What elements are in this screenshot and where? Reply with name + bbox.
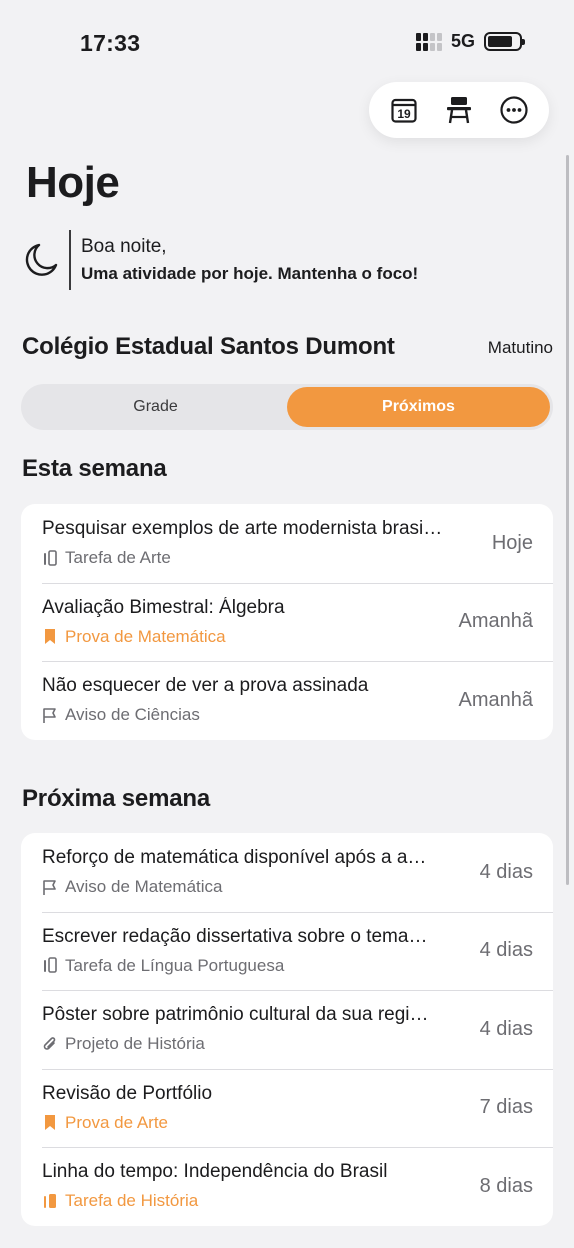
item-type-label: Tarefa de História xyxy=(65,1191,199,1211)
item-type: Tarefa de Arte xyxy=(42,548,480,568)
item-type: Tarefa de História xyxy=(42,1191,468,1211)
list-item[interactable]: Pesquisar exemplos de arte modernista br… xyxy=(21,504,553,583)
list-item[interactable]: Reforço de matemática disponível após a … xyxy=(21,833,553,912)
school-name: Colégio Estadual Santos Dumont xyxy=(22,333,395,360)
item-due: 8 dias xyxy=(479,1174,533,1197)
list-item[interactable]: Linha do tempo: Independência do Brasil … xyxy=(21,1147,553,1226)
scrollbar[interactable] xyxy=(566,155,569,885)
status-indicators: 5G xyxy=(415,31,525,52)
item-type-label: Tarefa de Língua Portuguesa xyxy=(65,955,285,975)
greeting-divider xyxy=(69,230,71,290)
school-desk-icon xyxy=(446,97,471,124)
greeting-text: Boa noite, Uma atividade por hoje. Mante… xyxy=(81,236,418,284)
book-icon xyxy=(44,549,57,566)
flag-icon xyxy=(43,707,56,723)
item-due: 4 dias xyxy=(479,939,533,962)
item-due: Hoje xyxy=(491,531,533,554)
bookmark-icon xyxy=(45,629,55,645)
greeting-message: Uma atividade por hoje. Mantenha o foco! xyxy=(81,264,419,283)
this-week-list: Pesquisar exemplos de arte modernista br… xyxy=(21,504,553,740)
list-item[interactable]: Revisão de Portfólio Prova de Arte 7 dia… xyxy=(21,1068,553,1148)
greeting-banner: Boa noite, Uma atividade por hoje. Mante… xyxy=(22,230,418,290)
item-due: 7 dias xyxy=(479,1096,533,1119)
item-type: Projeto de História xyxy=(42,1034,468,1054)
book-icon xyxy=(44,1193,56,1208)
status-time: 17:33 xyxy=(80,30,141,56)
item-due: Amanhã xyxy=(458,610,534,633)
item-title: Escrever redação dissertativa sobre o te… xyxy=(42,925,428,947)
section-title-next-week: Próxima semana xyxy=(22,785,210,812)
item-title: Pesquisar exemplos de arte modernista br… xyxy=(42,518,443,540)
tab-grade[interactable]: Grade xyxy=(24,387,287,427)
more-button[interactable] xyxy=(494,90,534,130)
item-type: Aviso de Ciências xyxy=(42,705,447,725)
status-bar: 17:33 5G xyxy=(0,0,574,70)
book-icon xyxy=(44,957,57,974)
list-item[interactable]: Não esquecer de ver a prova assinada Avi… xyxy=(21,661,553,740)
top-toolbar: 19 xyxy=(369,82,549,138)
calendar-button[interactable]: 19 xyxy=(384,90,424,130)
signal-icon xyxy=(415,32,442,51)
item-due: 4 dias xyxy=(479,860,533,883)
view-segmented-control: Grade Próximos xyxy=(21,384,553,430)
item-title: Pôster sobre patrimônio cultural da sua … xyxy=(42,1004,429,1026)
item-type: Prova de Arte xyxy=(42,1113,468,1133)
bookmark-icon xyxy=(45,1115,55,1131)
list-item[interactable]: Pôster sobre patrimônio cultural da sua … xyxy=(21,990,553,1069)
item-type: Prova de Matemática xyxy=(42,627,447,647)
page-title: Hoje xyxy=(26,158,120,207)
classroom-button[interactable] xyxy=(439,90,479,130)
network-label: 5G xyxy=(450,31,475,51)
item-title: Avaliação Bimestral: Álgebra xyxy=(42,596,285,618)
item-title: Não esquecer de ver a prova assinada xyxy=(42,675,369,697)
next-week-list: Reforço de matemática disponível após a … xyxy=(21,833,553,1226)
battery-icon xyxy=(484,32,525,51)
calendar-icon: 19 xyxy=(391,98,417,123)
item-type-label: Aviso de Matemática xyxy=(65,877,223,897)
item-type: Aviso de Matemática xyxy=(42,877,468,897)
item-title: Reforço de matemática disponível após a … xyxy=(42,847,427,869)
paperclip-icon xyxy=(43,1036,56,1050)
item-type-label: Prova de Arte xyxy=(65,1112,169,1132)
tab-upcoming[interactable]: Próximos xyxy=(287,387,550,427)
item-type-label: Tarefa de Arte xyxy=(65,548,171,568)
item-type-label: Aviso de Ciências xyxy=(65,705,200,725)
item-due: Amanhã xyxy=(458,688,534,711)
item-due: 4 dias xyxy=(479,1017,533,1040)
item-title: Linha do tempo: Independência do Brasil xyxy=(42,1161,388,1183)
item-type-label: Prova de Matemática xyxy=(65,626,226,646)
item-type: Tarefa de Língua Portuguesa xyxy=(42,956,468,976)
school-shift: Matutino xyxy=(487,338,553,357)
list-item[interactable]: Escrever redação dissertativa sobre o te… xyxy=(21,911,553,991)
flag-icon xyxy=(43,879,56,895)
svg-text:19: 19 xyxy=(398,107,412,121)
item-title: Revisão de Portfólio xyxy=(42,1082,213,1104)
more-icon xyxy=(500,96,528,124)
list-item[interactable]: Avaliação Bimestral: Álgebra Prova de Ma… xyxy=(21,582,553,662)
item-type-label: Projeto de História xyxy=(65,1034,205,1054)
moon-icon xyxy=(25,243,58,276)
greeting-label: Boa noite, xyxy=(81,236,167,257)
section-title-this-week: Esta semana xyxy=(22,455,167,482)
